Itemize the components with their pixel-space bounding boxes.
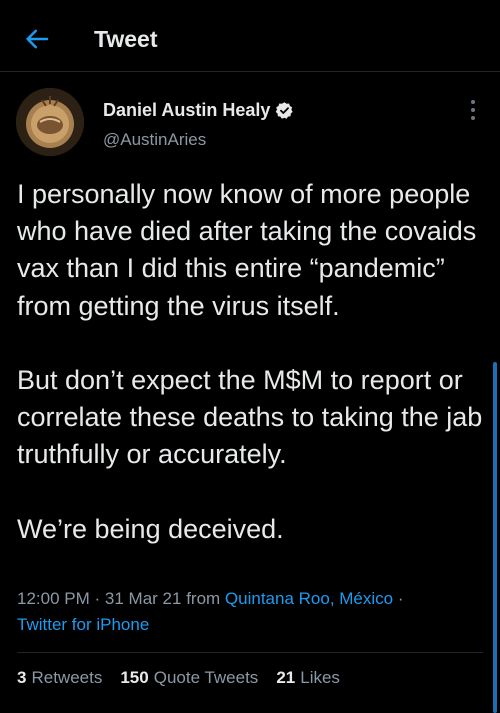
- meta-separator: ·: [94, 589, 101, 608]
- page-title: Tweet: [94, 26, 158, 52]
- engagement-stats: 3 Retweets 150 Quote Tweets 21 Likes: [17, 668, 340, 688]
- likes-count: 21: [276, 668, 296, 687]
- avatar[interactable]: [16, 88, 84, 156]
- likes-stat[interactable]: 21 Likes: [276, 668, 340, 688]
- likes-label: Likes: [300, 668, 340, 687]
- from-label: from: [186, 589, 221, 608]
- tweet-time: 12:00 PM: [17, 589, 90, 608]
- scrollbar[interactable]: [493, 362, 497, 713]
- more-options-button[interactable]: [462, 96, 484, 124]
- tweet-metadata: 12:00 PM · 31 Mar 21 from Quintana Roo, …: [17, 586, 487, 638]
- meta-separator: ·: [397, 589, 404, 608]
- verified-badge-icon: [276, 101, 294, 119]
- quote-tweets-label: Quote Tweets: [153, 668, 259, 687]
- avatar-image: [16, 88, 84, 156]
- retweets-label: Retweets: [31, 668, 103, 687]
- divider: [17, 652, 483, 653]
- arrow-left-icon: [26, 29, 49, 49]
- tweet-source-link[interactable]: Twitter for iPhone: [17, 615, 149, 634]
- tweet-text: I personally now know of more people who…: [17, 179, 483, 544]
- more-vertical-icon: [471, 100, 475, 120]
- top-bar: Tweet: [0, 0, 500, 72]
- retweets-count: 3: [17, 668, 27, 687]
- tweet-location-link[interactable]: Quintana Roo, México: [225, 589, 393, 608]
- back-button[interactable]: [22, 24, 52, 54]
- tweet-date: 31 Mar 21: [104, 589, 182, 608]
- author-display-name[interactable]: Daniel Austin Healy: [103, 100, 270, 121]
- retweets-stat[interactable]: 3 Retweets: [17, 668, 102, 688]
- quote-tweets-stat[interactable]: 150 Quote Tweets: [120, 668, 258, 688]
- author-handle[interactable]: @AustinAries: [103, 130, 206, 150]
- quote-tweets-count: 150: [120, 668, 149, 687]
- author-row: Daniel Austin Healy: [103, 97, 294, 123]
